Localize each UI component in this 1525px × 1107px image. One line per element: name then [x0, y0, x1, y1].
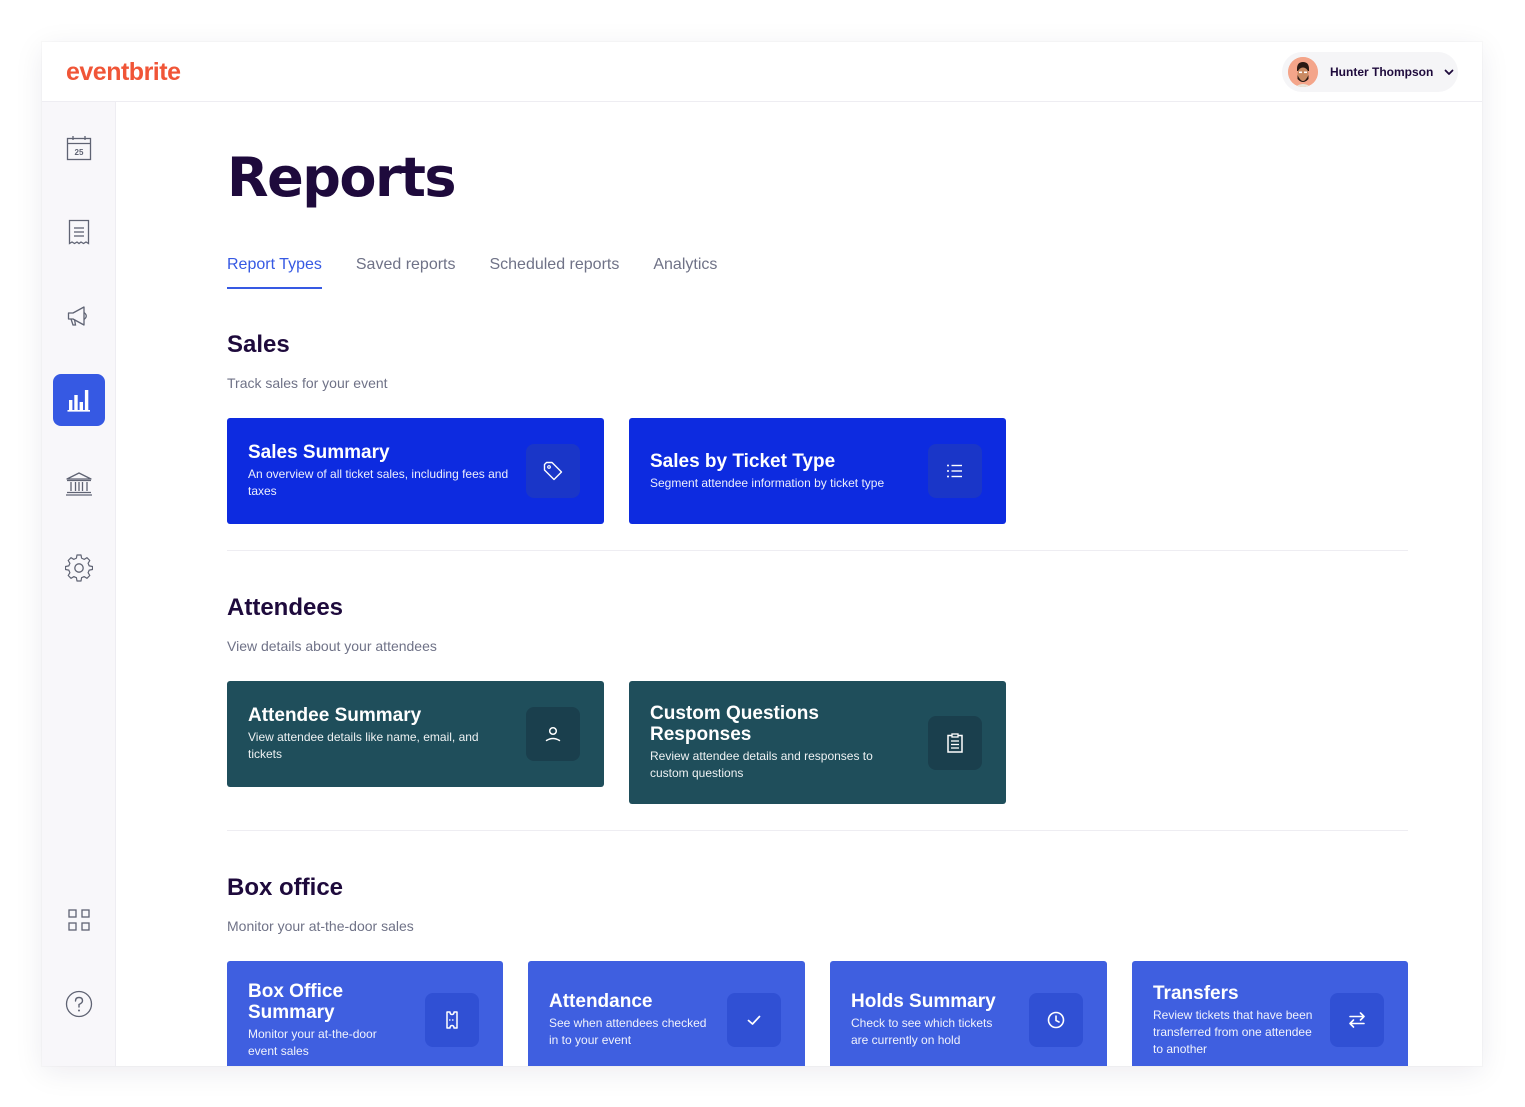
- section-title-box-office: Box office: [227, 874, 344, 901]
- card-box-office-summary[interactable]: Box Office Summary Monitor your at-the-d…: [227, 961, 503, 1066]
- card-custom-questions-responses[interactable]: Custom Questions Responses Review attend…: [629, 681, 1006, 804]
- top-bar: eventbrite Hunter Thompson: [42, 42, 1482, 102]
- card-title: Attendance: [549, 991, 653, 1012]
- apps-grid-icon: [68, 909, 90, 931]
- page-title: Reports: [227, 146, 457, 209]
- report-tabs: Report Types Saved reports Scheduled rep…: [227, 256, 717, 289]
- list-icon: [928, 444, 982, 498]
- card-description: An overview of all ticket sales, includi…: [248, 467, 509, 498]
- section-divider: [227, 550, 1408, 551]
- card-description: Review attendee details and responses to…: [650, 749, 873, 780]
- card-description: See when attendees checked in to your ev…: [549, 1016, 707, 1047]
- card-sales-summary[interactable]: Sales Summary An overview of all ticket …: [227, 418, 604, 524]
- card-attendance[interactable]: Attendance See when attendees checked in…: [528, 961, 805, 1066]
- check-icon: [727, 993, 781, 1047]
- tab-saved-reports[interactable]: Saved reports: [356, 256, 456, 289]
- card-title: Attendee Summary: [248, 705, 422, 726]
- card-title: Box Office Summary: [248, 980, 344, 1023]
- section-subtitle-attendees: View details about your attendees: [227, 638, 437, 654]
- card-description: Check to see which tickets are currently…: [851, 1016, 993, 1047]
- sidebar-item-marketing[interactable]: [53, 290, 105, 342]
- card-title: Sales by Ticket Type: [650, 450, 836, 472]
- sidebar-item-settings[interactable]: [53, 542, 105, 594]
- card-description: Review tickets that have been transferre…: [1153, 1007, 1313, 1056]
- gear-icon: [65, 554, 93, 582]
- sidebar-item-help[interactable]: [53, 978, 105, 1030]
- app-window: eventbrite Hunter Thompson 25 Reports Re…: [42, 42, 1482, 1066]
- sidebar-item-apps[interactable]: [53, 894, 105, 946]
- card-title: Holds Summary: [851, 991, 996, 1012]
- eventbrite-logo[interactable]: eventbrite: [66, 58, 181, 87]
- bar-chart-icon: [67, 390, 90, 412]
- section-title-attendees: Attendees: [227, 594, 344, 621]
- section-divider: [227, 830, 1408, 831]
- avatar: [1288, 57, 1318, 87]
- section-subtitle-sales: Track sales for your event: [227, 375, 388, 391]
- bank-icon: [66, 472, 92, 496]
- user-name: Hunter Thompson: [1330, 65, 1434, 79]
- orders-list-icon: [68, 219, 90, 245]
- section-title-sales: Sales: [227, 331, 290, 358]
- card-description: Monitor your at-the-door event sales: [248, 1026, 377, 1058]
- sidebar-item-reports[interactable]: [53, 374, 105, 426]
- clipboard-icon: [928, 715, 982, 770]
- card-title: Custom Questions Responses: [650, 703, 819, 745]
- card-transfers[interactable]: Transfers Review tickets that have been …: [1132, 961, 1408, 1066]
- calendar-icon: 25: [66, 136, 92, 161]
- sidebar-item-events[interactable]: 25: [53, 122, 105, 174]
- megaphone-icon: [67, 306, 87, 326]
- card-sales-by-ticket-type[interactable]: Sales by Ticket Type Segment attendee in…: [629, 418, 1006, 524]
- card-title: Sales Summary: [248, 442, 390, 463]
- card-title: Transfers: [1153, 982, 1239, 1004]
- chevron-down-icon: [1443, 66, 1455, 78]
- card-holds-summary[interactable]: Holds Summary Check to see which tickets…: [830, 961, 1107, 1066]
- card-attendee-summary[interactable]: Attendee Summary View attendee details l…: [227, 681, 604, 787]
- transfer-arrows-icon: [1330, 993, 1384, 1047]
- section-subtitle-box-office: Monitor your at-the-door sales: [227, 918, 414, 934]
- card-description: View attendee details like name, email, …: [248, 730, 479, 761]
- user-menu[interactable]: Hunter Thompson: [1282, 52, 1458, 92]
- help-icon: [65, 990, 93, 1018]
- card-description: Segment attendee information by ticket t…: [650, 475, 885, 490]
- tab-analytics[interactable]: Analytics: [653, 256, 717, 289]
- calendar-badge: 25: [75, 148, 84, 157]
- tab-report-types[interactable]: Report Types: [227, 256, 322, 289]
- ticket-icon: [425, 993, 479, 1047]
- clock-icon: [1029, 993, 1083, 1047]
- tag-icon: [526, 444, 580, 498]
- sidebar-item-orders[interactable]: [53, 206, 105, 258]
- sidebar: 25: [42, 102, 116, 1066]
- tab-scheduled-reports[interactable]: Scheduled reports: [489, 256, 619, 289]
- sidebar-item-finance[interactable]: [53, 458, 105, 510]
- user-icon: [526, 707, 580, 761]
